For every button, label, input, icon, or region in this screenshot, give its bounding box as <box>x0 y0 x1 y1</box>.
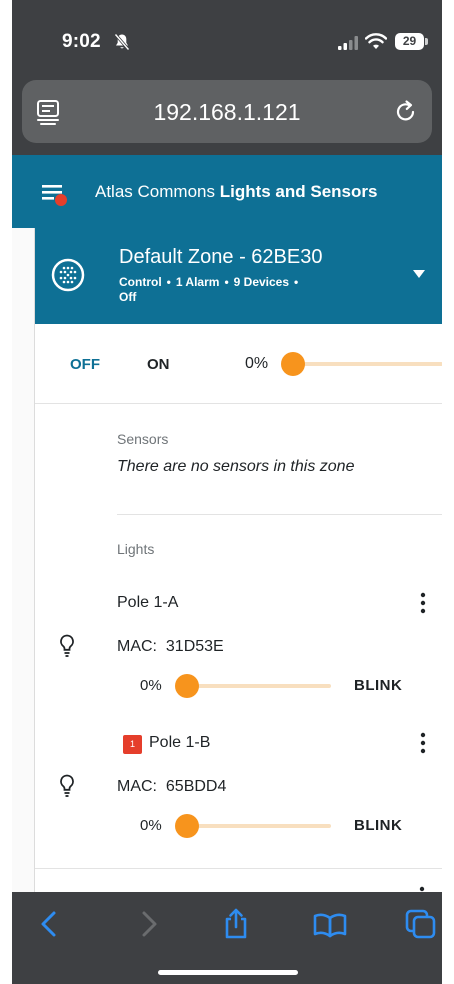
light-mac: MAC: 65BDD4 <box>117 778 226 796</box>
back-icon[interactable] <box>32 908 68 940</box>
zone-name: Default Zone - 62BE30 <box>119 246 323 268</box>
light-mac: MAC: 31D53E <box>117 638 224 656</box>
sensors-label: Sensors <box>117 431 169 447</box>
zone-devices: 9 Devices <box>233 275 290 289</box>
zone-header[interactable]: Default Zone - 62BE30 Control • 1 Alarm • 9 … <box>35 228 442 324</box>
light-mac-value: 31D53E <box>165 638 224 655</box>
zone-level-text: 0% <box>245 355 269 372</box>
light-mac-prefix: MAC: <box>117 778 157 795</box>
blink-button[interactable]: BLINK <box>354 817 402 834</box>
browser-toolbar <box>12 892 442 984</box>
light-item: Pole 1-A MAC: 31D53E 0% BLINK <box>35 588 442 718</box>
blink-button[interactable]: BLINK <box>354 677 402 694</box>
app-title: Atlas Commons Lights and Sensors <box>95 182 377 202</box>
zone-state: Off <box>119 290 137 304</box>
light-level-slider-thumb[interactable] <box>175 814 199 838</box>
cellular-signal-icon <box>338 36 358 50</box>
light-mac-prefix: MAC: <box>117 638 157 655</box>
share-icon[interactable] <box>218 908 254 940</box>
url-text[interactable]: 192.168.1.121 <box>82 99 372 126</box>
kebab-menu-icon[interactable] <box>419 732 427 754</box>
kebab-menu-icon[interactable] <box>419 592 427 614</box>
light-level-text: 0% <box>140 817 162 834</box>
light-level-slider-track[interactable] <box>187 684 331 688</box>
home-indicator <box>158 970 298 975</box>
light-level-slider-thumb[interactable] <box>175 674 199 698</box>
section-divider <box>117 514 442 515</box>
status-bar: 9:02 29 <box>12 0 442 80</box>
tabs-icon[interactable] <box>404 908 440 940</box>
chevron-down-icon[interactable] <box>413 270 425 278</box>
section-divider <box>35 868 442 869</box>
lightbulb-icon <box>60 774 74 797</box>
alarm-badge: 1 <box>123 735 142 754</box>
light-level-text: 0% <box>140 677 162 694</box>
light-name: Pole 1-B <box>149 734 211 751</box>
battery-icon: 29 <box>395 33 424 50</box>
zone-meta: Control • 1 Alarm • 9 Devices • Off <box>119 275 299 304</box>
lights-label: Lights <box>117 541 155 557</box>
light-level-slider-track[interactable] <box>187 824 331 828</box>
zone-mode: Control <box>119 275 162 289</box>
battery-tip <box>425 38 428 45</box>
wifi-icon <box>365 33 387 49</box>
off-button[interactable]: OFF <box>70 356 100 373</box>
zone-level-slider-thumb[interactable] <box>281 352 305 376</box>
reload-icon[interactable] <box>394 98 418 124</box>
light-mac-value: 65BDD4 <box>165 778 227 795</box>
app-title-prefix: Atlas Commons <box>95 182 215 201</box>
page-menu-icon[interactable] <box>36 99 60 125</box>
zone-card: Default Zone - 62BE30 Control • 1 Alarm • 9 … <box>34 228 442 892</box>
bookmarks-icon[interactable] <box>312 908 348 940</box>
zone-alarms: 1 Alarm <box>175 275 220 289</box>
light-item: 1 Pole 1-B MAC: 65BDD4 0% BLINK <box>35 728 442 858</box>
zone-level-slider-track[interactable] <box>293 362 442 366</box>
app-title-bold: Lights and Sensors <box>219 182 378 201</box>
lightbulb-icon <box>60 634 74 657</box>
browser-chrome-top: 9:02 29 192.168.1.121 <box>12 0 442 155</box>
light-name: Pole 1-A <box>117 594 179 611</box>
url-bar[interactable]: 192.168.1.121 <box>22 80 432 143</box>
status-time: 9:02 <box>62 31 101 52</box>
hamburger-menu-icon[interactable] <box>40 181 70 209</box>
content-area: Default Zone - 62BE30 Control • 1 Alarm • 9 … <box>12 228 442 892</box>
on-button[interactable]: ON <box>147 356 170 373</box>
bell-slash-icon <box>114 33 130 51</box>
forward-icon[interactable] <box>130 908 166 940</box>
app-header: Atlas Commons Lights and Sensors <box>12 155 442 228</box>
sensors-empty-text: There are no sensors in this zone <box>117 458 355 475</box>
zone-control-row: OFF ON 0% <box>35 324 442 404</box>
zone-grid-icon <box>51 258 85 292</box>
